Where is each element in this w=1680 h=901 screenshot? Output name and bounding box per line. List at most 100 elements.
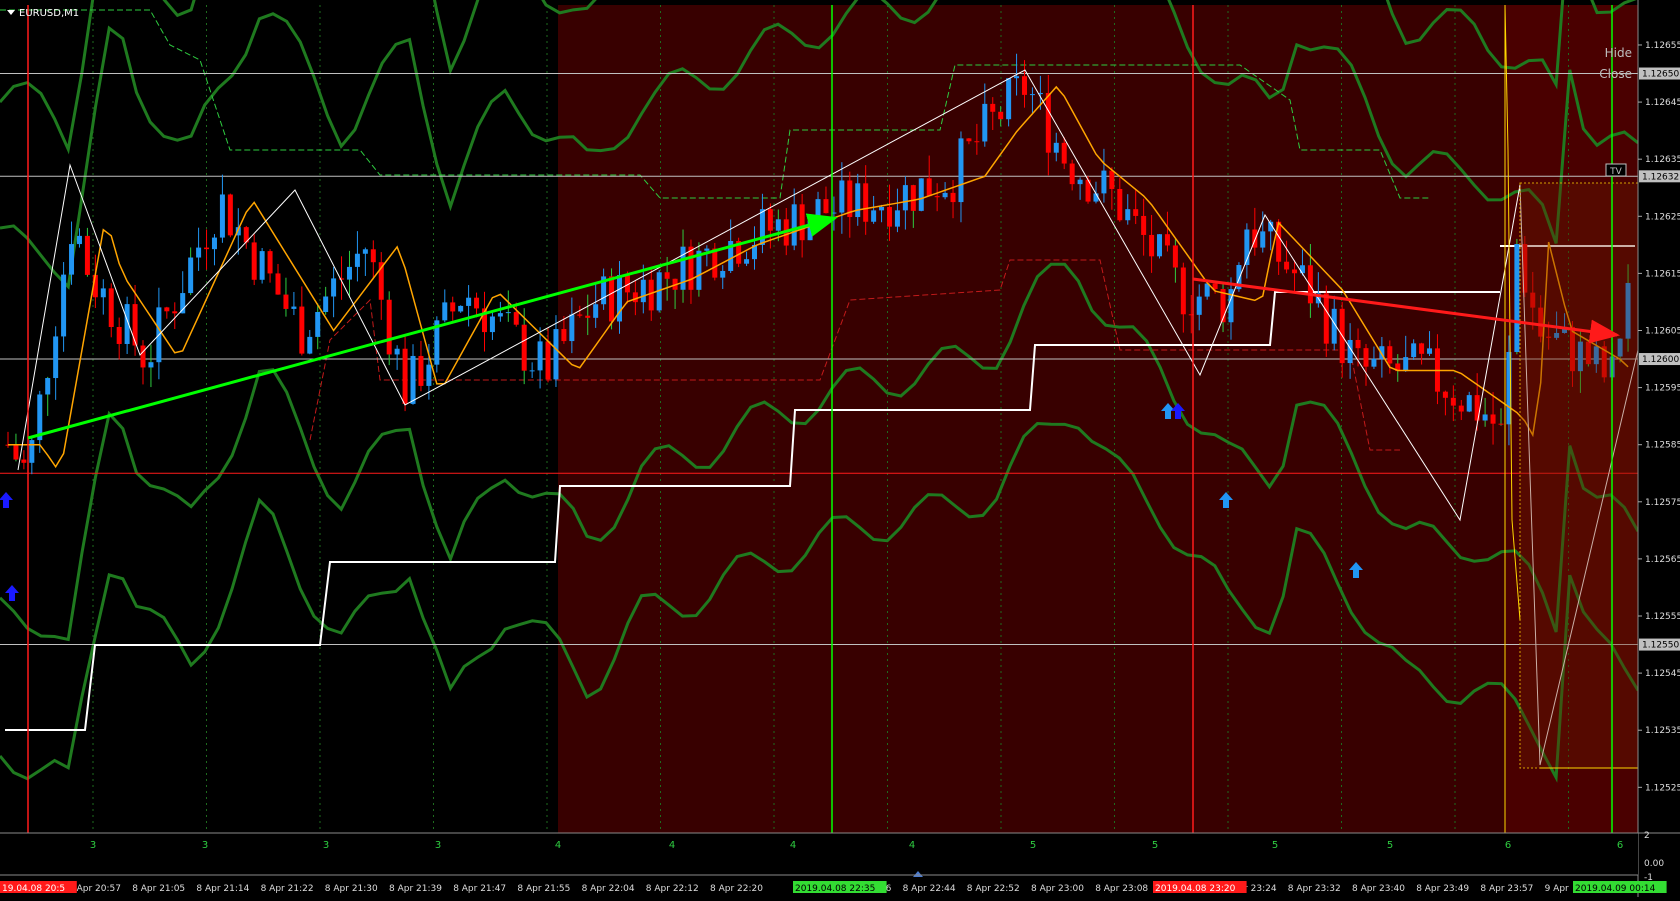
sub-count-label: 4 [555, 840, 561, 851]
candle-body [45, 378, 51, 395]
sub-count-label: 3 [202, 840, 208, 851]
candle-body [148, 362, 154, 368]
tv-tag[interactable]: TV [1605, 163, 1627, 177]
candle-body [1157, 234, 1163, 257]
candle-body [1045, 92, 1051, 153]
candle-body [1164, 234, 1170, 246]
candle-body [720, 270, 726, 278]
candle-body [585, 315, 591, 318]
candle-body [855, 183, 861, 218]
sub-count-label: 4 [909, 840, 915, 851]
candle-body [1061, 142, 1067, 164]
candle-body [1514, 244, 1520, 352]
candle-body [767, 209, 773, 231]
candle-body [712, 248, 718, 278]
candle-body [1419, 343, 1425, 354]
candle-body [394, 348, 400, 355]
price-tag-label: 1.12632 [1642, 172, 1679, 182]
price-tick-label: 1.12645 [1645, 98, 1680, 108]
time-label: 8 Apr 22:20 [710, 884, 763, 894]
candle-body [1125, 209, 1131, 221]
candle-body [744, 259, 750, 264]
candle-body [299, 306, 305, 354]
price-tick-label: 1.12585 [1645, 441, 1680, 451]
time-label: 8 Apr 23:08 [1095, 884, 1148, 894]
candle-body [29, 440, 35, 463]
candle-body [211, 237, 217, 250]
candle-body [108, 288, 114, 328]
candle-body [569, 314, 575, 342]
candle-body [982, 103, 988, 142]
candle-body [990, 103, 996, 112]
candle-body [529, 370, 535, 372]
forecast-zone [1519, 182, 1639, 769]
time-label: 8 Apr 22:52 [967, 884, 1020, 894]
candle-body [450, 302, 456, 312]
price-tag-label: 1.12550 [1642, 641, 1679, 651]
sub-count-label: 4 [669, 840, 675, 851]
candle-body [354, 253, 360, 267]
chart-canvas[interactable]: 1.12655 1.12645 1.12635 1.12625 1.12615 1.126… [0, 0, 1680, 897]
candle-body [1172, 245, 1178, 268]
candle-body [291, 306, 297, 309]
candle-body [958, 138, 964, 203]
candle-body [1149, 234, 1155, 257]
candle-body [1006, 78, 1012, 120]
time-label: 8 Apr 22:04 [582, 884, 635, 894]
candle-body [100, 288, 106, 298]
candle-body [934, 196, 940, 198]
candle-body [1371, 358, 1377, 367]
candle-body [879, 206, 885, 211]
sub-count-label: 5 [1030, 840, 1036, 851]
candle-body [1411, 343, 1417, 358]
time-label: 8 Apr 22:44 [903, 884, 956, 894]
time-label: 8 Apr 21:47 [453, 884, 506, 894]
candle-body [950, 192, 956, 203]
price-tick-label: 1.12565 [1645, 555, 1680, 565]
candle-body [775, 219, 781, 231]
sub-count-label: 5 [1272, 840, 1278, 851]
tv-label: TV [1609, 167, 1622, 177]
candle-body [362, 249, 368, 254]
sub-axis-label: 0.00 [1644, 859, 1664, 869]
time-label: 8 Apr 23:49 [1416, 884, 1469, 894]
candle-body [418, 355, 424, 386]
candle-body [76, 235, 82, 245]
candle-body [887, 206, 893, 227]
candle-body [1053, 142, 1059, 153]
candle-body [1323, 293, 1329, 344]
candle-body [910, 185, 916, 211]
hide-button[interactable]: Hide [1605, 46, 1632, 60]
time-label: 8 Apr 23:40 [1352, 884, 1405, 894]
candle-body [966, 138, 972, 142]
candle-body [648, 279, 654, 311]
candle-body [227, 194, 233, 236]
time-label: 8 Apr 23:00 [1031, 884, 1084, 894]
candle-body [1387, 346, 1393, 364]
candle-body [426, 364, 432, 386]
chart-window[interactable]: 1.12655 1.12645 1.12635 1.12625 1.12615 1.126… [0, 0, 1680, 897]
price-tick-label: 1.12555 [1645, 612, 1680, 622]
candle-body [1498, 423, 1504, 425]
candle-body [196, 247, 202, 258]
candle-body [307, 336, 313, 354]
candle-body [942, 192, 948, 198]
candle-body [188, 257, 194, 294]
candle-body [609, 276, 615, 322]
time-label: 8 Apr 21:14 [196, 884, 249, 894]
close-button[interactable]: Close [1599, 67, 1632, 81]
time-marker-label: 2019.04.09 00:14 [1575, 884, 1656, 894]
candle-body [489, 316, 495, 333]
candle-body [21, 459, 27, 463]
candle-body [902, 185, 908, 211]
candle-body [1307, 265, 1313, 304]
candle-body [815, 199, 821, 221]
price-tick-label: 1.12525 [1645, 783, 1680, 793]
candle-body [172, 311, 178, 314]
candle-body [442, 302, 448, 321]
candle-body [545, 341, 551, 380]
candle-body [410, 355, 416, 404]
candle-body [1069, 163, 1075, 185]
time-label: 8 Apr 21:55 [517, 884, 570, 894]
time-label: 8 Apr 23:57 [1480, 884, 1533, 894]
